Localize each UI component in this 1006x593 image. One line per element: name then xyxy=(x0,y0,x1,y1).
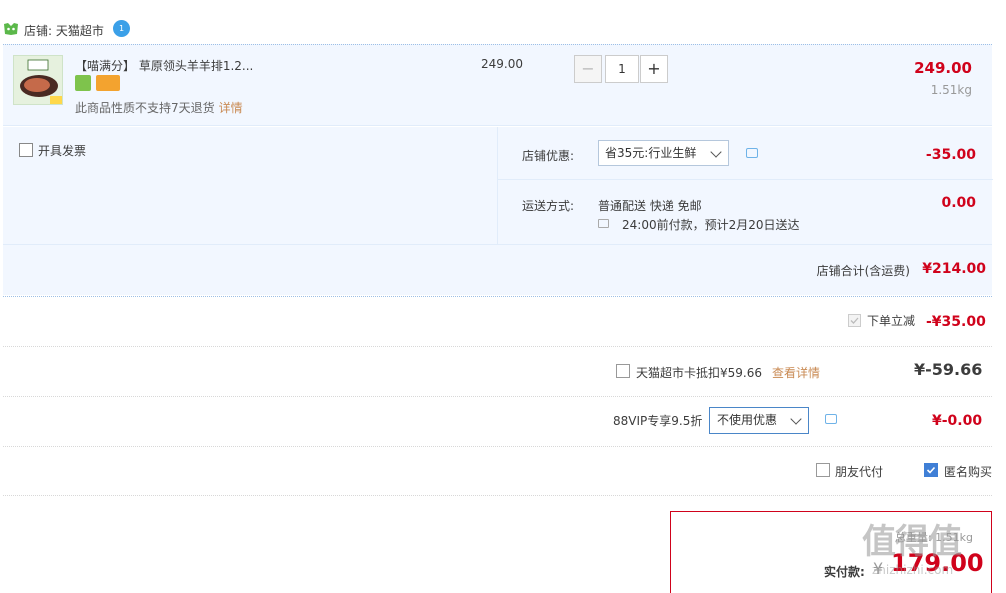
product-title[interactable]: 【喵满分】 草原领头羊羊排1.2... xyxy=(75,57,253,74)
vip-discount-label: 88VIP专享9.5折 xyxy=(613,414,703,428)
instant-discount-checkbox xyxy=(848,314,861,327)
chevron-down-icon xyxy=(710,146,722,158)
instant-discount-label: 下单立减 xyxy=(867,314,916,328)
invoice-label[interactable]: 开具发票 xyxy=(38,142,86,159)
cart-item-row: 【喵满分】 草原领头羊羊排1.2... 此商品性质不支持7天退货 详情 249.0… xyxy=(3,44,992,126)
shop-header: 店铺: 天猫超市 1 xyxy=(0,18,1006,44)
chevron-down-icon xyxy=(790,413,802,425)
shop-promo-amount: -35.00 xyxy=(925,147,976,163)
divider xyxy=(3,495,992,496)
payment-label: 实付款: xyxy=(824,565,865,579)
tmall-card-checkbox[interactable] xyxy=(616,364,630,378)
return-policy-link[interactable]: 详情 xyxy=(219,101,243,115)
shipping-method: 普通配送 快递 免邮 xyxy=(598,199,702,213)
divider xyxy=(498,179,993,180)
vip-discount-select[interactable]: 不使用优惠 xyxy=(709,407,809,434)
unit-price: 249.00 xyxy=(481,57,523,71)
shipping-label: 运送方式: xyxy=(522,199,575,213)
order-options-panel: 开具发票 店铺优惠: 省35元:行业生鲜 -35.00 运送方式: 普通配送 快… xyxy=(3,127,993,295)
tmall-card-details-link[interactable]: 查看详情 xyxy=(772,364,820,381)
divider xyxy=(3,346,992,347)
shop-promo-label: 店铺优惠: xyxy=(522,149,575,163)
service-badge-icon xyxy=(75,75,91,91)
promo-shipping-section: 店铺优惠: 省35元:行业生鲜 -35.00 运送方式: 普通配送 快递 免邮 … xyxy=(497,127,993,244)
shop-total-label: 店铺合计(含运费) xyxy=(816,264,910,278)
delivery-estimate: 24:00前付款，预计2月20日送达 xyxy=(622,218,800,232)
card-payment-badge-icon xyxy=(96,75,120,91)
instant-discount-amount: -¥35.00 xyxy=(926,314,986,330)
quantity-input[interactable]: 1 xyxy=(605,55,639,83)
anonymous-purchase-label[interactable]: 匿名购买 xyxy=(944,463,992,480)
shop-total-row: 店铺合计(含运费) ¥214.00 xyxy=(3,244,992,295)
shop-total-amount: ¥214.00 xyxy=(922,261,986,277)
product-thumbnail[interactable] xyxy=(13,55,63,105)
vip-discount-selected: 不使用优惠 xyxy=(717,413,778,427)
tmall-card-label[interactable]: 天猫超市卡抵扣¥59.66 xyxy=(636,364,762,381)
shipping-fee: 0.00 xyxy=(941,195,976,211)
shop-promo-select[interactable]: 省35元:行业生鲜 xyxy=(598,140,729,166)
vip-discount-amount: ¥-0.00 xyxy=(932,413,983,429)
watermark-url: zhizhizhi.com xyxy=(872,563,954,577)
vip-info-chat-icon[interactable] xyxy=(825,414,837,424)
anonymous-purchase-checkbox[interactable] xyxy=(924,463,938,477)
wangwang-chat-icon[interactable]: 1 xyxy=(113,20,130,37)
friend-pay-label[interactable]: 朋友代付 xyxy=(835,463,883,480)
shop-name[interactable]: 店铺: 天猫超市 xyxy=(24,22,104,39)
item-subtotal: 249.00 xyxy=(914,59,972,77)
shop-promo-selected: 省35元:行业生鲜 xyxy=(605,146,697,160)
divider xyxy=(3,296,992,297)
return-policy-note: 此商品性质不支持7天退货 详情 xyxy=(75,99,243,116)
quantity-increase-button[interactable]: + xyxy=(640,55,668,83)
divider xyxy=(3,396,992,397)
item-weight: 1.51kg xyxy=(930,83,972,97)
friend-pay-checkbox[interactable] xyxy=(816,463,830,477)
invoice-checkbox[interactable] xyxy=(19,143,33,157)
quantity-stepper: − 1 + xyxy=(574,55,668,83)
return-policy-text: 此商品性质不支持7天退货 xyxy=(75,101,215,115)
divider xyxy=(3,446,992,447)
quantity-decrease-button[interactable]: − xyxy=(574,55,602,83)
watermark-logo: 值得值 xyxy=(862,522,962,562)
tmall-shop-icon xyxy=(3,22,19,36)
delivery-time-icon xyxy=(598,219,609,228)
promo-info-chat-icon[interactable] xyxy=(746,148,758,158)
tmall-card-amount: ¥-59.66 xyxy=(914,360,983,379)
